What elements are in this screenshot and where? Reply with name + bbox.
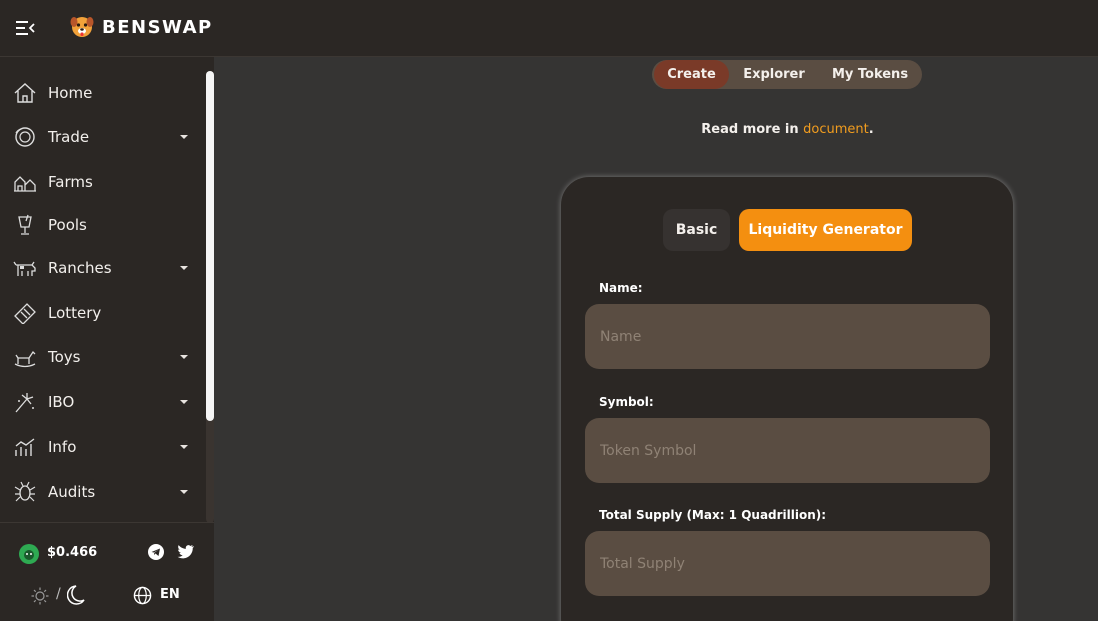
sidebar-item-label: Info bbox=[48, 438, 77, 456]
home-icon bbox=[14, 83, 36, 103]
sidebar-item-ranches[interactable]: Ranches bbox=[0, 248, 205, 288]
dog-logo-icon bbox=[70, 17, 94, 37]
tab-my-tokens[interactable]: My Tokens bbox=[822, 60, 918, 89]
read-more-prefix: Read more in bbox=[701, 122, 804, 137]
brand-title: BENSWAP bbox=[102, 16, 213, 38]
twitter-icon[interactable] bbox=[177, 544, 194, 560]
read-more-text: Read more in document. bbox=[600, 122, 975, 137]
sidebar-item-label: Pools bbox=[48, 216, 87, 234]
chevron-down-icon bbox=[180, 490, 188, 494]
trade-icon bbox=[15, 127, 35, 147]
sidebar-item-label: Home bbox=[48, 84, 93, 102]
sidebar-item-label: Lottery bbox=[48, 304, 102, 322]
farm-icon bbox=[14, 176, 36, 192]
sidebar-item-audits[interactable]: Audits bbox=[0, 472, 205, 512]
main-tabs: Create Explorer My Tokens bbox=[652, 60, 922, 89]
name-label: Name: bbox=[599, 281, 643, 295]
document-link[interactable]: document bbox=[803, 122, 869, 137]
rocking-horse-icon bbox=[14, 350, 36, 368]
tab-explorer[interactable]: Explorer bbox=[732, 60, 816, 89]
symbol-label: Symbol: bbox=[599, 395, 654, 409]
sidebar-nav: Home Trade Farms Pools Ranches Lottery T… bbox=[0, 67, 205, 522]
chevron-down-icon bbox=[180, 400, 188, 404]
sidebar-item-ibo[interactable]: IBO bbox=[0, 382, 205, 422]
chevron-down-icon bbox=[180, 135, 188, 139]
fireworks-icon bbox=[15, 393, 34, 413]
mode-basic-button[interactable]: Basic bbox=[663, 209, 730, 251]
sidebar-item-pools[interactable]: Pools bbox=[0, 205, 205, 245]
sidebar-item-label: Trade bbox=[48, 128, 90, 146]
name-input[interactable] bbox=[585, 304, 990, 369]
chevron-down-icon bbox=[180, 355, 188, 359]
theme-separator: / bbox=[56, 586, 61, 602]
brand-logo[interactable]: BENSWAP bbox=[70, 14, 213, 40]
total-supply-input[interactable] bbox=[585, 531, 990, 596]
mode-liquidity-generator-button[interactable]: Liquidity Generator bbox=[739, 209, 912, 251]
sidebar-item-label: Ranches bbox=[48, 259, 112, 277]
sidebar-item-home[interactable]: Home bbox=[0, 73, 205, 113]
sidebar-item-farms[interactable]: Farms bbox=[0, 162, 205, 202]
ticket-icon bbox=[14, 303, 36, 324]
sidebar-scrollbar[interactable] bbox=[206, 71, 214, 421]
telegram-icon[interactable] bbox=[148, 544, 164, 560]
pool-icon bbox=[18, 214, 32, 235]
sidebar-item-label: Toys bbox=[48, 348, 81, 366]
read-more-suffix: . bbox=[868, 122, 874, 137]
top-bar: BENSWAP bbox=[0, 0, 1098, 57]
globe-icon[interactable] bbox=[133, 586, 152, 605]
sun-icon[interactable] bbox=[31, 587, 49, 605]
language-selector[interactable]: EN bbox=[160, 587, 180, 602]
chevron-down-icon bbox=[180, 445, 188, 449]
sidebar-item-label: Farms bbox=[48, 173, 93, 191]
chart-icon bbox=[15, 438, 35, 456]
sidebar-item-label: Audits bbox=[48, 483, 96, 501]
sidebar-item-info[interactable]: Info bbox=[0, 427, 205, 467]
moon-icon[interactable] bbox=[67, 585, 85, 605]
menu-collapse-icon[interactable] bbox=[14, 18, 36, 38]
sidebar-item-toys[interactable]: Toys bbox=[0, 337, 205, 377]
sidebar-item-trade[interactable]: Trade bbox=[0, 117, 205, 157]
sidebar-item-label: IBO bbox=[48, 393, 75, 411]
cow-icon bbox=[13, 261, 36, 276]
token-create-card: Basic Liquidity Generator Name: Symbol: … bbox=[561, 177, 1013, 621]
total-supply-label: Total Supply (Max: 1 Quadrillion): bbox=[599, 508, 827, 522]
symbol-input[interactable] bbox=[585, 418, 990, 483]
sidebar: Home Trade Farms Pools Ranches Lottery T… bbox=[0, 57, 214, 621]
token-price: $0.466 bbox=[47, 545, 98, 560]
bug-icon bbox=[14, 481, 36, 502]
token-logo-icon bbox=[19, 544, 39, 564]
chevron-down-icon bbox=[180, 266, 188, 270]
tab-create[interactable]: Create bbox=[654, 60, 729, 89]
sidebar-item-lottery[interactable]: Lottery bbox=[0, 293, 205, 333]
sidebar-footer: $0.466 / EN bbox=[0, 522, 214, 621]
